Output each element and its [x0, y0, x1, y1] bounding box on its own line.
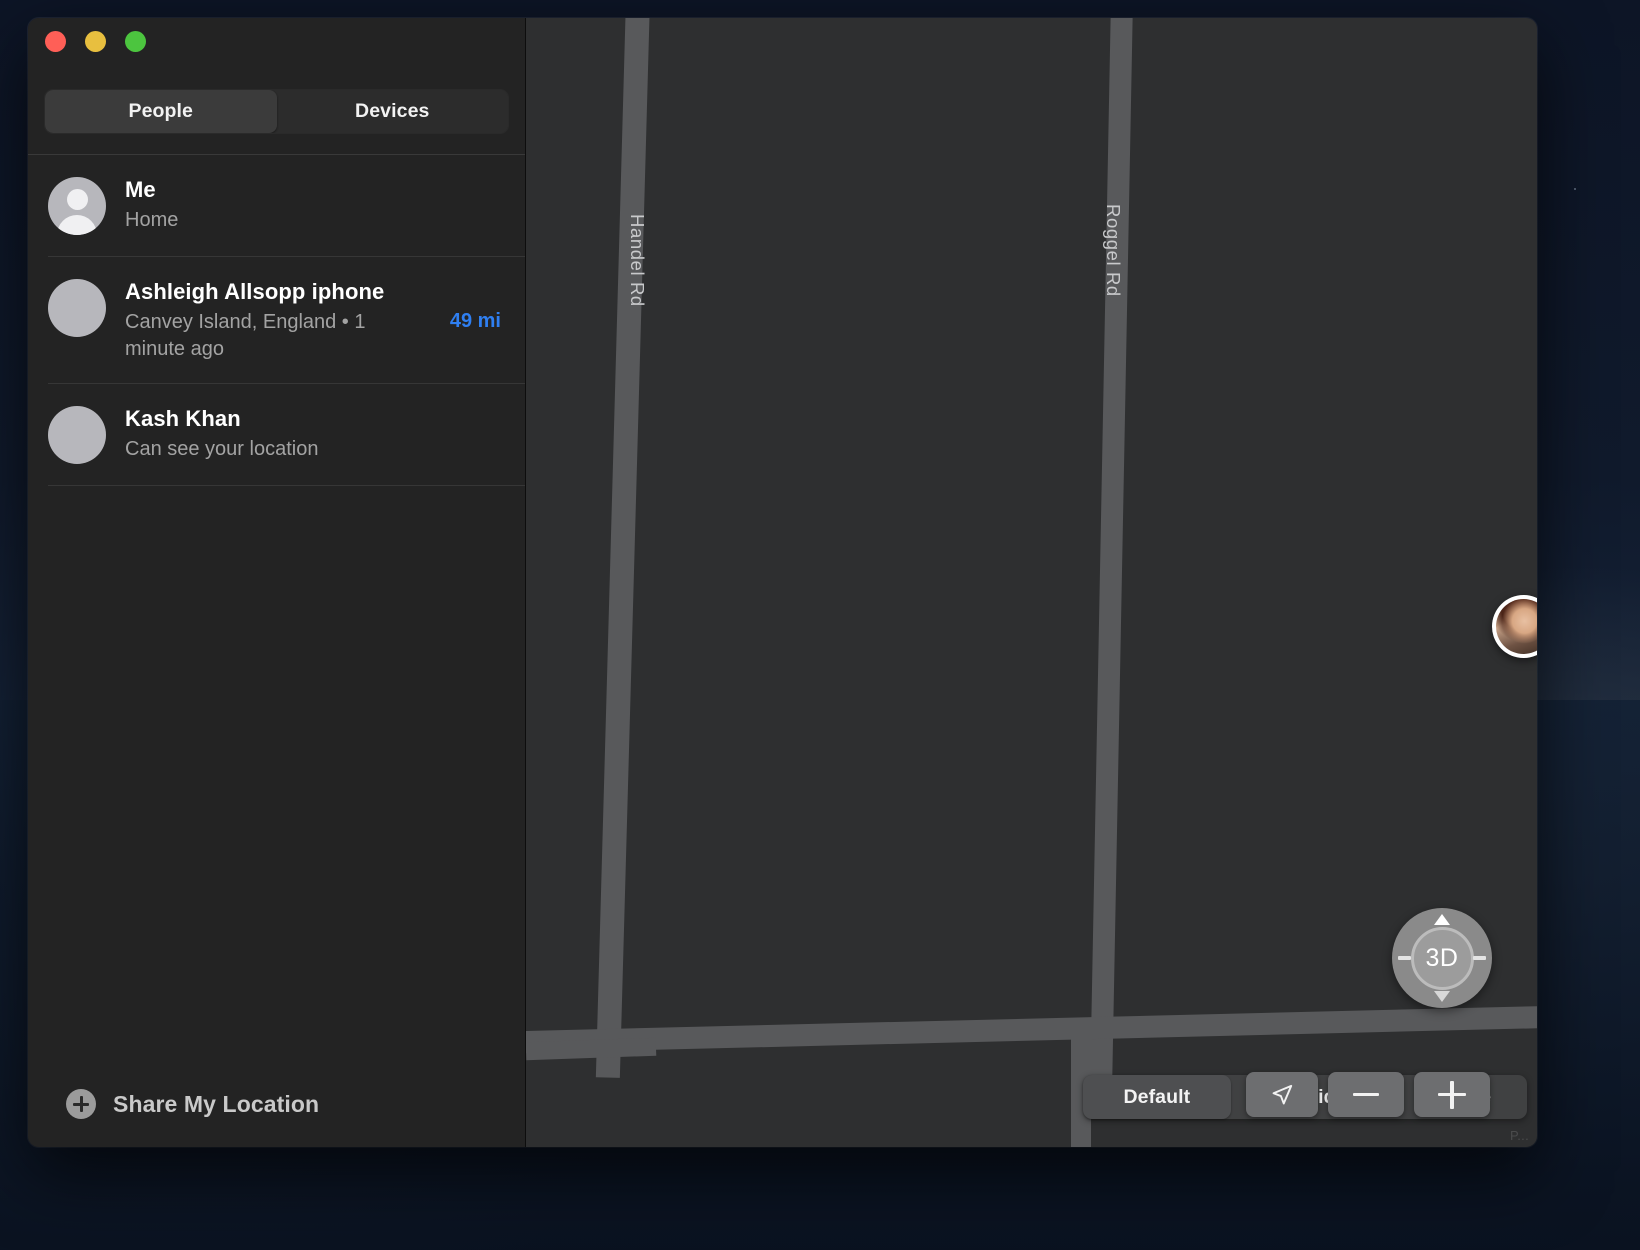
distance-label: 49 mi — [449, 310, 501, 332]
compass-3d-label: 3D — [1425, 943, 1459, 972]
list-item[interactable]: Me Home — [48, 155, 525, 257]
person-name: Ashleigh Allsopp iphone — [125, 279, 385, 304]
road-handel — [595, 18, 650, 1078]
minimize-button[interactable] — [85, 31, 106, 52]
road-label-handel: Handel Rd — [627, 214, 648, 307]
window-titlebar — [28, 18, 525, 90]
zoom-out-button[interactable] — [1328, 1072, 1404, 1117]
map-mode-default[interactable]: Default — [1083, 1075, 1231, 1119]
map-person-marker[interactable] — [1492, 595, 1537, 658]
compass-tilt-up-icon — [1434, 914, 1450, 925]
person-name: Kash Khan — [125, 406, 241, 432]
close-button[interactable] — [45, 31, 66, 52]
compass-3d-button[interactable]: 3D — [1410, 926, 1474, 990]
sidebar-tab-group: People Devices — [45, 90, 508, 133]
avatar — [48, 177, 106, 235]
road-spur-left — [526, 1037, 657, 1061]
compass-3d-control[interactable]: 3D — [1392, 908, 1492, 1008]
road-label-roggel: Roggel Rd — [1103, 204, 1124, 297]
zoom-in-button[interactable] — [1414, 1072, 1490, 1117]
person-status: Canvey Island, England • 1 minute ago — [125, 310, 366, 360]
find-my-window: People Devices Me Home Ashleigh Allsopp … — [28, 18, 1537, 1147]
tab-devices[interactable]: Devices — [277, 90, 509, 133]
map-controls — [1246, 1072, 1490, 1117]
share-my-location-label: Share My Location — [113, 1090, 320, 1117]
road-cross-lower — [526, 1004, 1537, 1054]
navigation-arrow-icon — [1272, 1084, 1293, 1104]
maximize-button[interactable] — [125, 31, 146, 52]
compass-tilt-down-icon — [1434, 991, 1450, 1002]
map-marker-avatar — [1496, 599, 1537, 654]
avatar — [48, 406, 106, 465]
locate-me-button[interactable] — [1246, 1072, 1318, 1117]
map-attribution: P... — [1509, 1128, 1529, 1143]
tab-people[interactable]: People — [45, 90, 277, 133]
traffic-lights — [45, 31, 146, 52]
sidebar: People Devices Me Home Ashleigh Allsopp … — [28, 18, 526, 1147]
compass-rotate-left-icon — [1398, 956, 1411, 960]
person-status: Home — [125, 208, 179, 231]
plus-icon — [1438, 1080, 1466, 1109]
people-list: Me Home Ashleigh Allsopp iphone Canvey I… — [28, 155, 525, 1061]
road-roggel — [1089, 18, 1133, 1119]
compass-rotate-right-icon — [1473, 956, 1486, 960]
list-item[interactable]: Ashleigh Allsopp iphone Canvey Island, E… — [48, 257, 525, 385]
plus-circle-icon — [66, 1089, 96, 1119]
map-canvas[interactable]: Handel Rd Roggel Rd Fortuna Stores — [526, 18, 1537, 1147]
share-my-location-button[interactable]: Share My Location — [28, 1061, 525, 1147]
minus-icon — [1353, 1092, 1379, 1097]
person-name: Me — [125, 177, 156, 202]
person-status: Can see your location — [125, 438, 319, 461]
avatar — [48, 279, 106, 337]
list-item[interactable]: Kash Khan Can see your location — [48, 384, 525, 487]
